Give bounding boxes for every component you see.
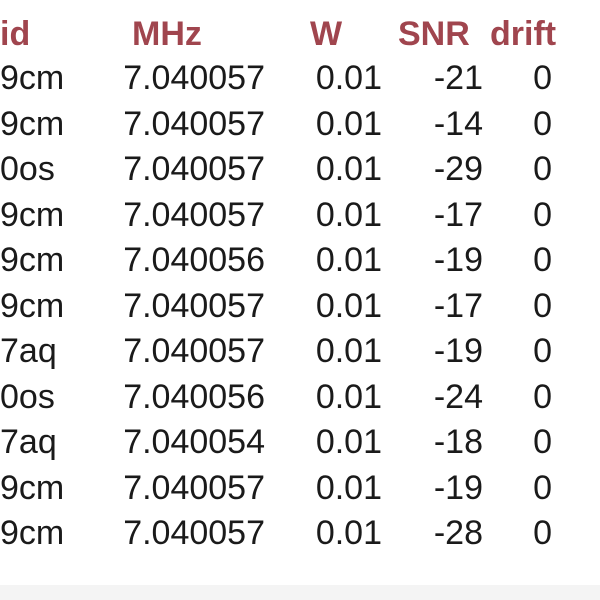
cell-drift: 0	[533, 468, 552, 507]
cell-mhz: 7.040057	[123, 514, 265, 552]
bottom-strip	[0, 585, 600, 600]
cell-drift: 0	[533, 423, 552, 461]
column-header-snr: SNR	[398, 15, 470, 53]
column-header-mhz: MHz	[132, 15, 202, 53]
spots-table: id MHz W SNR drift 9cm 7.040057 0.01 -21 0 9c…	[0, 0, 600, 600]
cell-snr: -17	[433, 195, 483, 234]
cell-w: 0.01	[315, 195, 382, 234]
cell-w: 0.01	[315, 59, 382, 97]
cell-drift: 0	[533, 59, 552, 97]
cell-w: 0.01	[315, 104, 382, 143]
cell-mhz: 7.040057	[123, 59, 265, 97]
cell-id: 9cm	[0, 104, 65, 143]
cell-id: 9cm	[0, 241, 65, 279]
cell-drift: 0	[533, 514, 552, 552]
cell-snr: -19	[433, 332, 483, 370]
cell-w: 0.01	[315, 468, 382, 507]
cell-snr: -24	[433, 377, 483, 416]
cell-w: 0.01	[315, 514, 382, 552]
cell-w: 0.01	[315, 241, 382, 279]
cell-snr: -19	[433, 241, 483, 279]
cell-mhz: 7.040057	[123, 104, 265, 143]
cell-id: 7aq	[0, 332, 57, 370]
cell-id: 9cm	[0, 468, 65, 507]
cell-snr: -18	[433, 423, 483, 461]
cell-drift: 0	[533, 377, 552, 416]
column-header-drift: drift	[490, 15, 557, 53]
cell-id: 7aq	[0, 423, 57, 461]
cell-mhz: 7.040057	[123, 195, 265, 234]
cell-w: 0.01	[315, 286, 382, 325]
cell-snr: -29	[433, 150, 483, 188]
column-header-w: W	[310, 15, 343, 53]
cell-drift: 0	[533, 241, 552, 279]
cell-drift: 0	[533, 104, 552, 143]
cell-w: 0.01	[315, 332, 382, 370]
cell-id: 0os	[0, 377, 55, 416]
cell-id: 9cm	[0, 195, 65, 234]
cell-w: 0.01	[315, 377, 382, 416]
cell-snr: -19	[433, 468, 483, 507]
cell-snr: -28	[433, 514, 483, 552]
cell-mhz: 7.040057	[123, 286, 265, 325]
cell-id: 0os	[0, 150, 55, 188]
cell-id: 9cm	[0, 286, 65, 325]
cell-snr: -17	[433, 286, 483, 325]
column-header-id: id	[0, 15, 31, 53]
cell-mhz: 7.040057	[123, 150, 265, 188]
cell-snr: -14	[433, 104, 483, 143]
cell-mhz: 7.040056	[123, 377, 265, 416]
cell-drift: 0	[533, 150, 552, 188]
cell-w: 0.01	[315, 423, 382, 461]
cell-w: 0.01	[315, 150, 382, 188]
cell-drift: 0	[533, 286, 552, 325]
cell-mhz: 7.040057	[123, 468, 265, 507]
cell-id: 9cm	[0, 514, 65, 552]
cell-mhz: 7.040056	[123, 241, 265, 279]
cell-mhz: 7.040054	[123, 423, 265, 461]
cell-snr: -21	[433, 59, 483, 97]
cell-drift: 0	[533, 195, 552, 234]
cell-drift: 0	[533, 332, 552, 370]
cell-mhz: 7.040057	[123, 332, 265, 370]
cell-id: 9cm	[0, 59, 65, 97]
